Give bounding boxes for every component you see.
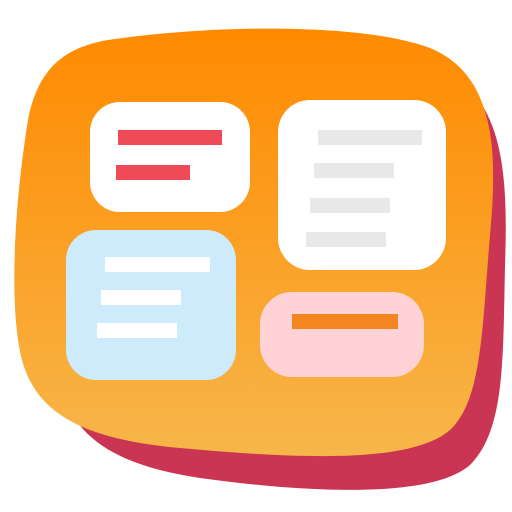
card-line-orange-1 [292,314,398,329]
icon-stage [0,0,512,512]
card-line-gray-3 [310,198,390,213]
card-line-gray-2 [314,163,394,178]
card-line-gray-1 [318,130,422,145]
card-line-white-1 [105,257,210,272]
card-line-gray-4 [306,232,386,247]
card-line-white-3 [97,323,177,338]
app-icon [14,28,506,490]
card-line-red-2 [116,165,190,180]
bottom-right-card [260,292,424,377]
card-line-white-2 [101,290,181,305]
top-left-card [90,102,250,212]
card-line-red-1 [118,130,222,145]
